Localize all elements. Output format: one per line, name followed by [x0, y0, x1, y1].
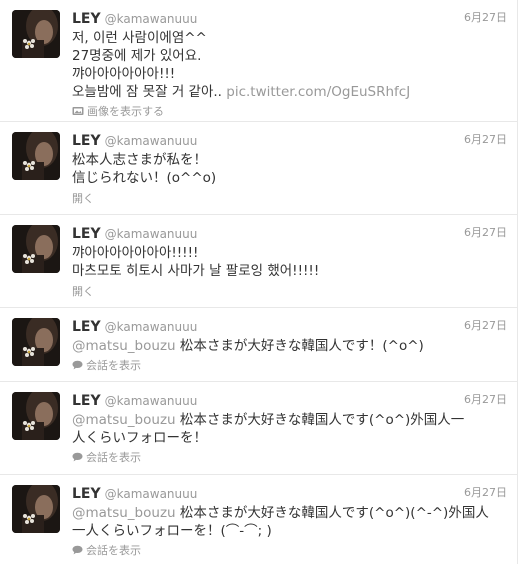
mention-link[interactable]: @matsu_bouzu	[72, 338, 176, 354]
image-icon	[72, 107, 84, 115]
view-conversation-button[interactable]: 会話を表示	[72, 358, 141, 373]
avatar[interactable]	[12, 10, 60, 58]
tweet[interactable]: LEY @kamawanuuu 6月27日 @matsu_bouzu 松本さまが大…	[0, 382, 517, 475]
tweet[interactable]: LEY @kamawanuuu 6月27日 저, 이런 사람이에염^^ 27명중에…	[0, 0, 517, 122]
tweet-line: 27명중에 제가 있어요.	[72, 48, 202, 64]
timeline: LEY @kamawanuuu 6月27日 저, 이런 사람이에염^^ 27명중에…	[0, 0, 518, 564]
tweet-line: 마츠모토 히토시 사마가 날 팔로잉 했어!!!!!	[72, 263, 320, 279]
view-photo-button[interactable]: 画像を表示する	[72, 104, 164, 119]
tweet-text: @matsu_bouzu 松本さまが大好きな韓国人です(^o^)外国人一 人くら…	[72, 411, 507, 447]
fullname[interactable]: LEY	[72, 133, 101, 149]
tweet-line: 一人くらいフォローを！(⌒-⌒; )	[72, 523, 272, 539]
avatar-image	[12, 318, 60, 366]
tweet-line: 人くらいフォローを！	[72, 430, 207, 446]
tweet-header: LEY @kamawanuuu	[72, 317, 507, 335]
username[interactable]: @kamawanuuu	[105, 394, 198, 408]
tweet[interactable]: LEY @kamawanuuu 6月27日 松本人志さまが私を！ 信じられない！(…	[0, 122, 517, 215]
tweet-text: 꺄아아아아아아아!!!!! 마츠모토 히토시 사마가 날 팔로잉 했어!!!!!	[72, 244, 507, 280]
media-link[interactable]: pic.twitter.com/OgEuSRhfcJ	[226, 84, 410, 100]
username[interactable]: @kamawanuuu	[105, 12, 198, 26]
view-conversation-label: 会話を表示	[86, 450, 141, 464]
username[interactable]: @kamawanuuu	[105, 227, 198, 241]
timestamp[interactable]: 6月27日	[464, 392, 507, 408]
tweet-line: 꺄아아아아아아!!!	[72, 66, 176, 82]
tweet-header: LEY @kamawanuuu	[72, 224, 507, 242]
avatar-image	[12, 392, 60, 440]
tweet-line: @matsu_bouzu 松本さまが大好きな韓国人です(^o^)(^-^)外国人	[72, 504, 507, 522]
expand-label: 開く	[72, 192, 94, 205]
avatar[interactable]	[12, 225, 60, 273]
fullname[interactable]: LEY	[72, 393, 101, 409]
conversation-icon	[72, 545, 83, 555]
fullname[interactable]: LEY	[72, 486, 101, 502]
tweet-header: LEY @kamawanuuu	[72, 9, 507, 27]
avatar-image	[12, 485, 60, 533]
username[interactable]: @kamawanuuu	[105, 487, 198, 501]
tweet[interactable]: LEY @kamawanuuu 6月27日 @matsu_bouzu 松本さまが大…	[0, 475, 517, 564]
tweet-header: LEY @kamawanuuu	[72, 484, 507, 502]
view-photo-label: 画像を表示する	[87, 104, 164, 118]
timestamp[interactable]: 6月27日	[464, 225, 507, 241]
username[interactable]: @kamawanuuu	[105, 134, 198, 148]
view-conversation-label: 会話を表示	[86, 543, 141, 557]
tweet-line: 오늘밤에 잠 못잘 거 같아.. pic.twitter.com/OgEuSRh…	[72, 83, 507, 101]
avatar-image	[12, 132, 60, 180]
username[interactable]: @kamawanuuu	[105, 320, 198, 334]
tweet[interactable]: LEY @kamawanuuu 6月27日 @matsu_bouzu 松本さまが大…	[0, 308, 517, 382]
timestamp[interactable]: 6月27日	[464, 10, 507, 26]
conversation-icon	[72, 452, 83, 462]
tweet-line-text: 松本さまが大好きな韓国人です(^o^)外国人一	[175, 412, 465, 428]
tweet[interactable]: LEY @kamawanuuu 6月27日 꺄아아아아아아아!!!!! 마츠모토 …	[0, 215, 517, 308]
tweet-text: @matsu_bouzu 松本さまが大好きな韓国人です！(^o^)	[72, 337, 507, 355]
tweet-line: 松本人志さまが私を！	[72, 152, 207, 168]
timestamp[interactable]: 6月27日	[464, 485, 507, 501]
conversation-icon	[72, 360, 83, 370]
tweet-header: LEY @kamawanuuu	[72, 131, 507, 149]
expand-button[interactable]: 開く	[72, 284, 94, 299]
tweet-line-text: 松本さまが大好きな韓国人です！(^o^)	[175, 338, 424, 354]
view-conversation-label: 会話を表示	[86, 358, 141, 372]
tweet-line-text: 松本さまが大好きな韓国人です(^o^)(^-^)外国人	[175, 505, 489, 521]
avatar[interactable]	[12, 132, 60, 180]
avatar[interactable]	[12, 318, 60, 366]
tweet-text: 저, 이런 사람이에염^^ 27명중에 제가 있어요. 꺄아아아아아아!!! 오…	[72, 29, 507, 101]
tweet-text: 松本人志さまが私を！ 信じられない！(o^^o)	[72, 151, 507, 187]
view-conversation-button[interactable]: 会話を表示	[72, 543, 141, 558]
avatar-image	[12, 10, 60, 58]
expand-button[interactable]: 開く	[72, 191, 94, 206]
avatar[interactable]	[12, 485, 60, 533]
tweet-line: @matsu_bouzu 松本さまが大好きな韓国人です！(^o^)	[72, 337, 507, 355]
mention-link[interactable]: @matsu_bouzu	[72, 505, 176, 521]
fullname[interactable]: LEY	[72, 319, 101, 335]
fullname[interactable]: LEY	[72, 226, 101, 242]
tweet-line: 信じられない！(o^^o)	[72, 170, 217, 186]
tweet-text: @matsu_bouzu 松本さまが大好きな韓国人です(^o^)(^-^)外国人…	[72, 504, 507, 540]
mention-link[interactable]: @matsu_bouzu	[72, 412, 176, 428]
fullname[interactable]: LEY	[72, 11, 101, 27]
tweet-line-text: 오늘밤에 잠 못잘 거 같아..	[72, 84, 227, 100]
view-conversation-button[interactable]: 会話を表示	[72, 450, 141, 465]
tweet-line: 저, 이런 사람이에염^^	[72, 30, 207, 46]
tweet-header: LEY @kamawanuuu	[72, 391, 507, 409]
timestamp[interactable]: 6月27日	[464, 318, 507, 334]
tweet-line: 꺄아아아아아아아!!!!!	[72, 245, 199, 261]
timestamp[interactable]: 6月27日	[464, 132, 507, 148]
avatar[interactable]	[12, 392, 60, 440]
tweet-line: @matsu_bouzu 松本さまが大好きな韓国人です(^o^)外国人一	[72, 411, 507, 429]
avatar-image	[12, 225, 60, 273]
expand-label: 開く	[72, 285, 94, 298]
